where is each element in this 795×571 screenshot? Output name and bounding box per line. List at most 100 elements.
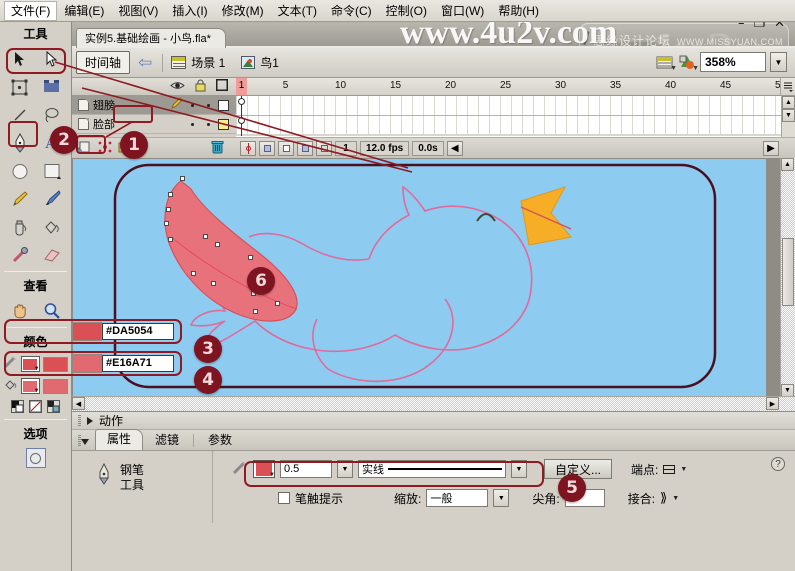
tab-properties[interactable]: 属性	[95, 429, 143, 450]
free-transform-tool[interactable]	[4, 73, 36, 101]
selection-tool[interactable]	[4, 45, 36, 73]
lasso-tool[interactable]	[36, 101, 68, 129]
timeline-vertical-scrollbar[interactable]: ▲ ▼	[781, 96, 795, 137]
tab-parameters[interactable]: 参数	[196, 431, 244, 450]
menu-item-0[interactable]: 文件(F)	[4, 1, 57, 21]
stroke-color-swatch-props[interactable]: ▼	[253, 460, 275, 478]
tools-grid[interactable]: A	[0, 45, 71, 269]
stage-scroll-right-icon[interactable]: ▶	[766, 397, 779, 410]
menu-item-8[interactable]: 窗口(W)	[434, 1, 491, 21]
anchor-point[interactable]	[168, 192, 173, 197]
actions-panel-header[interactable]: 动作	[72, 411, 795, 430]
breadcrumb-symbol[interactable]: 鸟1	[241, 54, 279, 71]
anchor-point[interactable]	[215, 242, 220, 247]
timeline-scroll-left-icon[interactable]: ◀	[447, 141, 463, 156]
stage-scroll-left-icon[interactable]: ◀	[72, 397, 85, 410]
stroke-color-chevron-icon[interactable]: ▼	[34, 366, 40, 372]
stage-canvas[interactable]	[73, 159, 766, 396]
breadcrumb-scene[interactable]: 场景 1	[171, 54, 225, 71]
delete-layer-button[interactable]	[211, 140, 224, 157]
oval-tool[interactable]	[4, 157, 36, 185]
ink-bottle-tool[interactable]	[4, 213, 36, 241]
anchor-point[interactable]	[168, 237, 173, 242]
add-motion-guide-button[interactable]	[98, 140, 112, 157]
menu-item-9[interactable]: 帮助(H)	[491, 1, 546, 21]
anchor-point[interactable]	[203, 234, 208, 239]
timeline-scroll-down-icon[interactable]: ▼	[782, 109, 795, 122]
timeline-footer[interactable]: 1 12.0 fps 0.0s ◀ ▶	[236, 137, 795, 158]
stroke-color-swatch[interactable]: ▼	[21, 356, 40, 372]
collapse-arrow-icon[interactable]	[81, 439, 89, 445]
stroke-style-dropdown-icon[interactable]: ▼	[511, 460, 527, 478]
stroke-style-select[interactable]: 实线	[358, 460, 506, 478]
fill-color-row[interactable]: ▼	[0, 375, 71, 397]
properties-tab-bar[interactable]: 属性 滤镜 参数	[72, 430, 795, 451]
stroke-hinting-checkbox[interactable]	[278, 492, 290, 504]
frame-rate-indicator[interactable]: 12.0 fps	[360, 141, 409, 156]
stroke-height-input[interactable]: 0.5	[280, 460, 332, 478]
edit-scene-icon[interactable]: ▼	[656, 54, 674, 71]
anchor-point[interactable]	[164, 221, 169, 226]
keyframe-marker[interactable]	[238, 117, 245, 124]
anchor-point[interactable]	[211, 281, 216, 286]
timeline-scroll-up-icon[interactable]: ▲	[782, 96, 795, 109]
fill-color-chevron-icon[interactable]: ▼	[34, 388, 40, 394]
timeline-layer-row[interactable]: 脸部	[72, 115, 236, 134]
no-color-icon[interactable]	[29, 400, 42, 413]
timeline-scroll-right-icon[interactable]: ▶	[763, 141, 779, 156]
zoom-level-input[interactable]: 358%	[700, 52, 766, 72]
tab-filters[interactable]: 滤镜	[143, 431, 191, 450]
onion-skin-outlines-button[interactable]	[278, 141, 294, 156]
fill-transform-tool[interactable]	[36, 73, 68, 101]
menu-item-6[interactable]: 命令(C)	[324, 1, 379, 21]
center-frame-button[interactable]	[240, 141, 256, 156]
join-style-chevron-icon[interactable]: ▼	[672, 495, 679, 502]
menu-item-2[interactable]: 视图(V)	[111, 1, 165, 21]
timeline-frames-grid[interactable]	[236, 96, 795, 136]
smooth-option-icon[interactable]	[26, 448, 46, 468]
menu-item-3[interactable]: 插入(I)	[165, 1, 214, 21]
panel-grip-icon[interactable]	[78, 415, 81, 426]
timeline-layer-footer[interactable]	[72, 137, 236, 158]
help-icon[interactable]: ?	[771, 457, 785, 471]
line-tool[interactable]	[4, 101, 36, 129]
outline-icon[interactable]	[216, 79, 228, 94]
rectangle-tool[interactable]	[36, 157, 68, 185]
layer-outline-color[interactable]	[218, 119, 229, 130]
layer-visibility-lock-dots[interactable]	[191, 104, 210, 107]
stroke-hex-value[interactable]: #DA5054	[102, 323, 174, 340]
stage-vertical-scroll-thumb[interactable]	[782, 238, 794, 306]
menu-item-1[interactable]: 编辑(E)	[57, 1, 111, 21]
lock-icon[interactable]	[195, 79, 206, 95]
document-tab[interactable]: 实例5.基础绘画 - 小鸟.fla*	[76, 28, 226, 48]
edit-symbols-icon[interactable]: ▼	[678, 54, 696, 71]
menu-item-7[interactable]: 控制(O)	[379, 1, 434, 21]
menu-item-4[interactable]: 修改(M)	[215, 1, 271, 21]
timeline-frames-area[interactable]: 15101520253035404550556065 ▲ ▼	[236, 78, 795, 158]
bird-artwork[interactable]	[73, 159, 766, 396]
view-tools-grid[interactable]	[0, 297, 71, 325]
brush-tool[interactable]	[36, 185, 68, 213]
edit-symbols-chevron-icon[interactable]: ▼	[692, 65, 699, 72]
stroke-height-dropdown-icon[interactable]: ▼	[337, 460, 353, 478]
anchor-point[interactable]	[275, 301, 280, 306]
anchor-point[interactable]	[166, 207, 171, 212]
edit-scene-chevron-icon[interactable]: ▼	[670, 65, 677, 72]
scale-select[interactable]: 一般	[426, 489, 488, 507]
cap-style-icon[interactable]	[663, 465, 675, 474]
keyframe-marker[interactable]	[238, 98, 245, 105]
fill-color-swatch[interactable]: ▼	[21, 378, 40, 394]
anchor-point[interactable]	[191, 271, 196, 276]
scale-dropdown-icon[interactable]: ▼	[493, 489, 509, 507]
black-and-white-icon[interactable]	[11, 400, 24, 413]
new-layer-button[interactable]	[77, 140, 92, 157]
layer-outline-color[interactable]	[218, 100, 229, 111]
cap-style-chevron-icon[interactable]: ▼	[680, 466, 687, 473]
timeline-options-menu-icon[interactable]	[780, 78, 795, 95]
menu-item-5[interactable]: 文本(T)	[271, 1, 324, 21]
zoom-tool[interactable]	[36, 297, 68, 325]
pencil-tool[interactable]	[4, 185, 36, 213]
layer-visibility-lock-dots[interactable]	[191, 123, 210, 126]
edit-multiple-frames-button[interactable]	[297, 141, 313, 156]
modify-onion-markers-button[interactable]	[316, 141, 332, 156]
